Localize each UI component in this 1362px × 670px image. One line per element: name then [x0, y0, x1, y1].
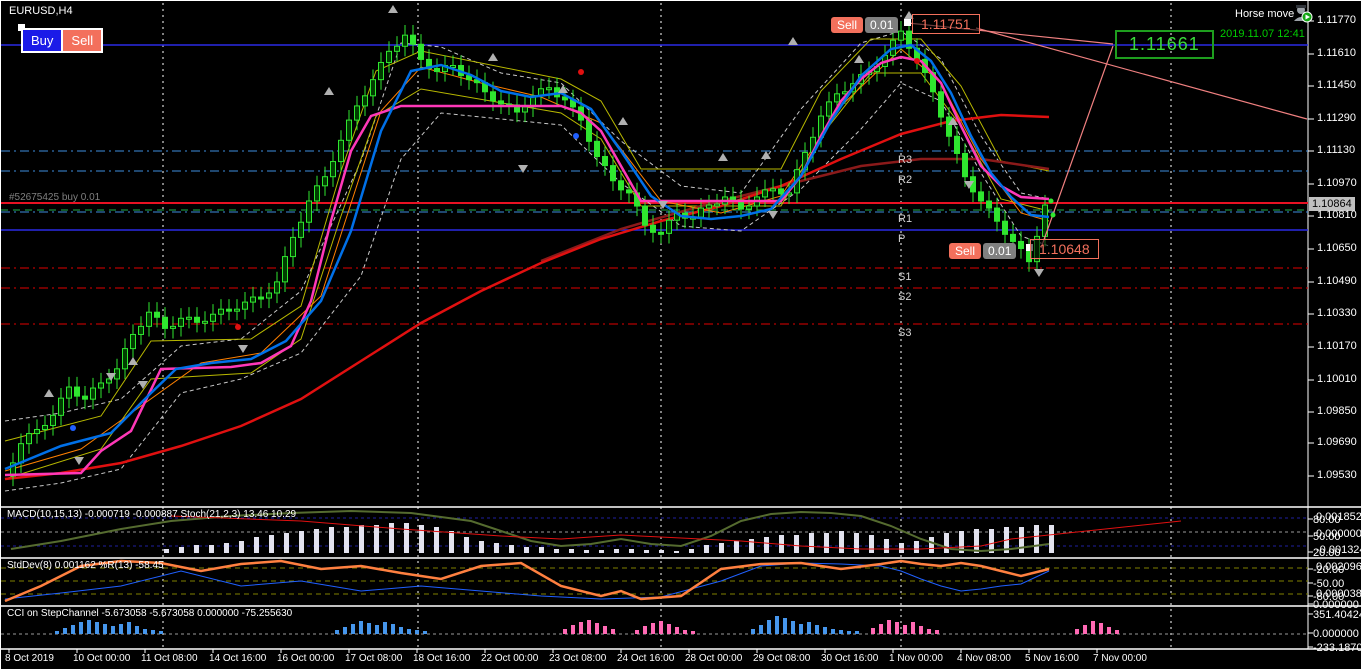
- target-price-box[interactable]: 1.11661: [1115, 30, 1214, 59]
- sell-price-tag-bottom[interactable]: 1.10648: [1030, 239, 1099, 259]
- price-axis-tick: 1.09690: [1317, 436, 1357, 448]
- cci-indicator-label: CCI on StepChannel -5.673058 -5.673058 0…: [7, 608, 293, 619]
- buy-button[interactable]: Buy: [23, 30, 64, 51]
- time-axis-label: 28 Oct 00:00: [685, 653, 743, 664]
- signal-name-label: Horse move: [1235, 8, 1295, 20]
- price-axis-tick: 1.09850: [1317, 405, 1357, 417]
- pivot-label-s2: S2: [898, 291, 912, 303]
- signal-datetime-label: 2019.11.07 12:41: [1220, 28, 1305, 40]
- macd-axis-value: 0.000000: [1316, 528, 1362, 540]
- pivot-label-r2: R2: [898, 174, 913, 186]
- time-axis-label: 23 Oct 08:00: [549, 653, 607, 664]
- sell-price-tag-top[interactable]: 1.11751: [912, 14, 980, 34]
- price-axis-tick: 1.10010: [1317, 373, 1357, 385]
- price-axis-tick: 1.10490: [1317, 275, 1357, 287]
- sell-badge-lots: 0.01: [983, 243, 1017, 259]
- time-axis-label: 7 Nov 00:00: [1093, 653, 1147, 664]
- cci-axis-value: 0.000000: [1313, 628, 1359, 640]
- time-axis-label: 11 Oct 08:00: [141, 653, 198, 664]
- price-chart-canvas: [1, 1, 1361, 653]
- time-axis-label: 14 Oct 16:00: [209, 653, 267, 664]
- symbol-period-label: EURUSD,H4: [9, 5, 73, 17]
- price-axis-tick: 1.10810: [1317, 209, 1357, 221]
- price-axis-tick: 1.11770: [1317, 14, 1356, 26]
- pivot-label-p: P: [898, 233, 906, 245]
- time-axis-label: 30 Oct 16:00: [821, 653, 879, 664]
- price-axis-tick: 1.10170: [1317, 340, 1357, 352]
- time-axis-label: 16 Oct 00:00: [277, 653, 335, 664]
- pivot-label-r3: R3: [898, 154, 913, 166]
- candles: [10, 21, 1048, 487]
- price-axis-tick: 1.11130: [1317, 144, 1356, 156]
- time-axis-label: 1 Nov 00:00: [889, 653, 943, 664]
- time-axis-label: 17 Oct 08:00: [345, 653, 403, 664]
- sell-button[interactable]: Sell: [63, 30, 102, 51]
- sell-order-badge-top[interactable]: Sell 0.01: [831, 15, 899, 35]
- macd-indicator-label: MACD(10,15,13) -0.000719 -0.000887 Stoch…: [7, 509, 297, 520]
- price-axis-tick: 1.10650: [1317, 242, 1357, 254]
- time-axis-label: 22 Oct 00:00: [481, 653, 539, 664]
- time-axis-label: 29 Oct 08:00: [753, 653, 811, 664]
- sell-order-badge-bottom[interactable]: Sell 0.01: [949, 241, 1017, 261]
- sell-badge-lots: 0.01: [865, 17, 899, 33]
- stddev-indicator-label: StdDev(8) 0.001162 %R(13) -58.45: [7, 560, 164, 571]
- time-axis-label: 18 Oct 16:00: [413, 653, 471, 664]
- pivot-label-r1: R1: [898, 213, 913, 225]
- sell-badge-label: Sell: [831, 17, 864, 33]
- cci-axis-value: -233.187000: [1313, 642, 1362, 654]
- time-axis-label: 4 Nov 08:00: [957, 653, 1011, 664]
- open-position-label: #52675425 buy 0.01: [9, 192, 101, 203]
- stddev-axis-value: 0.002096: [1316, 561, 1362, 573]
- pivot-label-s1: S1: [898, 271, 912, 283]
- time-axis-label: 10 Oct 00:00: [73, 653, 131, 664]
- price-axis-tick: 1.11610: [1317, 47, 1356, 59]
- trading-chart-window: EURUSD,H4 Buy Sell #52675425 buy 0.01 Se…: [0, 0, 1362, 670]
- cci-axis-value: 351.404248: [1313, 609, 1361, 621]
- sell-badge-label: Sell: [949, 243, 982, 259]
- one-click-trade-panel: Buy Sell: [21, 28, 104, 53]
- macd-axis-value: 0.001852: [1316, 511, 1362, 523]
- time-axis-label: 5 Nov 16:00: [1025, 653, 1079, 664]
- price-axis-tick: 1.11450: [1317, 79, 1356, 91]
- price-axis-tick: 1.11290: [1317, 112, 1356, 124]
- pivot-label-s3: S3: [898, 327, 912, 339]
- price-axis-tick: 1.10330: [1317, 307, 1357, 319]
- time-axis-label: 8 Oct 2019: [5, 653, 54, 664]
- macd-axis-value: -0.001324: [1316, 544, 1362, 556]
- price-axis-tick: 1.09530: [1317, 469, 1357, 481]
- time-axis-label: 24 Oct 16:00: [617, 653, 675, 664]
- price-axis-tick: 1.10970: [1317, 177, 1357, 189]
